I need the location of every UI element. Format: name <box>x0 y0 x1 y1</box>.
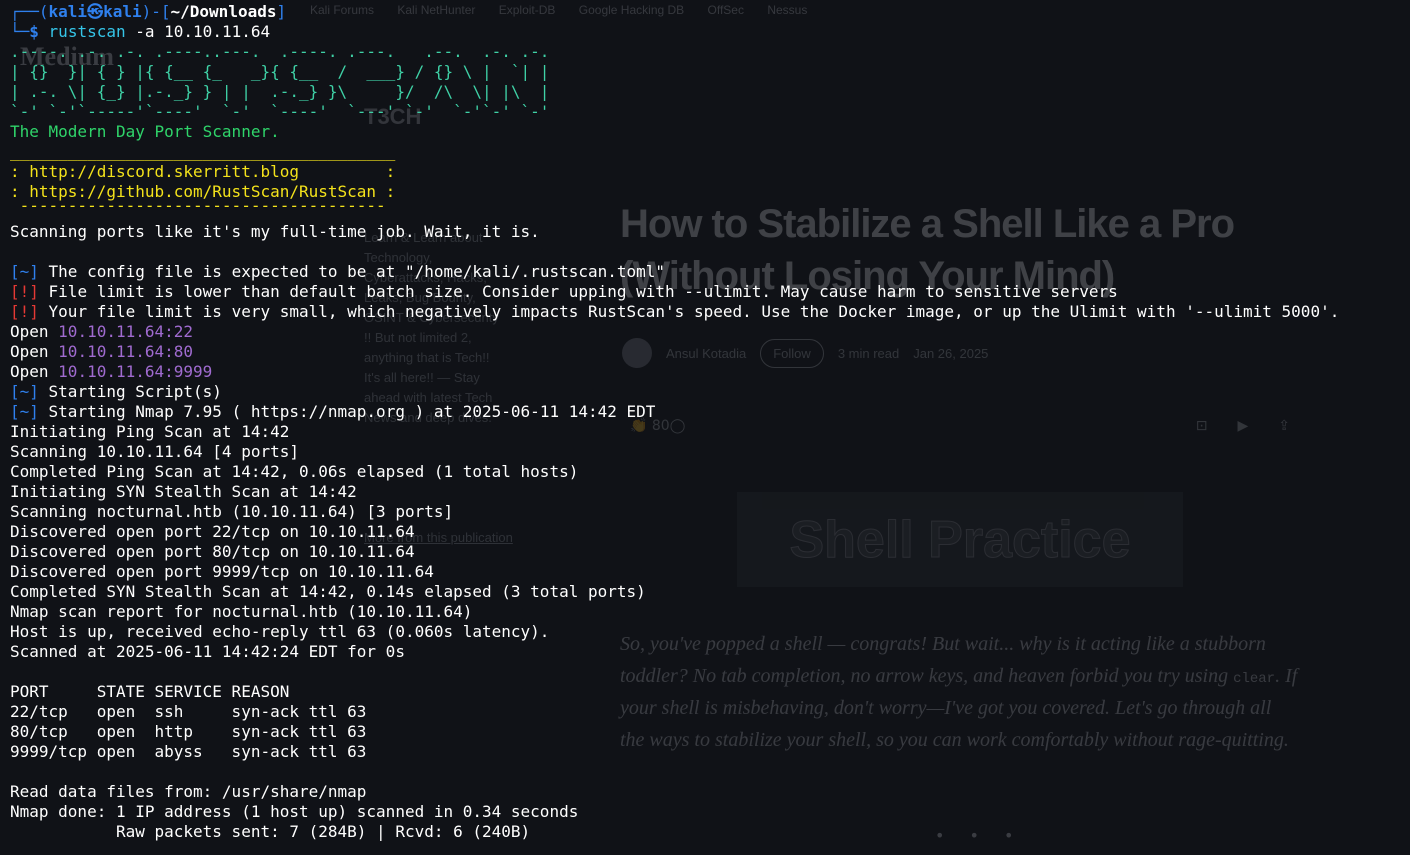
nmap-output-line: Discovered open port 9999/tcp on 10.10.1… <box>10 562 434 581</box>
nmap-output-line: Scanning 10.10.11.64 [4 ports] <box>10 442 299 461</box>
port-table-row: 80/tcp open http syn-ack ttl 63 <box>10 722 367 741</box>
message-text: Your file limit is very small, which neg… <box>38 302 1340 321</box>
message-text: Starting Nmap 7.95 ( https://nmap.org ) … <box>38 402 656 421</box>
warning-tag: [!] <box>10 302 39 321</box>
config-message: [~] The config file is expected to be at… <box>10 262 665 282</box>
prompt-at: ㉿ <box>87 2 104 21</box>
message-text: File limit is lower than default batch s… <box>38 282 1118 301</box>
open-label: Open <box>10 362 59 381</box>
port-table-row: 22/tcp open ssh syn-ack ttl 63 <box>10 702 367 721</box>
prompt-line: ┌──(kali㉿kali)-[~/Downloads] <box>10 2 286 22</box>
nmap-footer-line: Read data files from: /usr/share/nmap <box>10 782 367 801</box>
open-port-address: 10.10.11.64:9999 <box>58 362 213 381</box>
open-port-line: Open 10.10.11.64:80 <box>10 342 193 362</box>
warning-tag: [!] <box>10 282 39 301</box>
message-text: Starting Script(s) <box>38 382 222 401</box>
open-label: Open <box>10 342 59 361</box>
command-name: rustscan <box>48 22 126 41</box>
open-port-line: Open 10.10.11.64:9999 <box>10 362 212 382</box>
prompt-cwd: ~/Downloads <box>170 2 277 21</box>
nmap-output-line: Initiating SYN Stealth Scan at 14:42 <box>10 482 357 501</box>
nmap-output-line: Completed Ping Scan at 14:42, 0.06s elap… <box>10 462 579 481</box>
nmap-output-line: Initiating Ping Scan at 14:42 <box>10 422 290 441</box>
nmap-output-line: Discovered open port 22/tcp on 10.10.11.… <box>10 522 415 541</box>
command-line: └─$ rustscan -a 10.10.11.64 <box>10 22 270 42</box>
ulimit-warning: [!] Your file limit is very small, which… <box>10 302 1339 322</box>
info-tag: [~] <box>10 402 39 421</box>
open-port-address: 10.10.11.64:80 <box>58 342 194 361</box>
ascii-art-line: `-' `-'`-----'`----' `-' `----' `---' `-… <box>10 102 550 121</box>
prompt-frame-bottom: └─ <box>10 22 30 41</box>
nmap-footer-line: Nmap done: 1 IP address (1 host up) scan… <box>10 802 579 821</box>
quip-line: Scanning ports like it's my full-time jo… <box>10 222 540 241</box>
nmap-footer-line: Raw packets sent: 7 (284B) | Rcvd: 6 (24… <box>10 822 531 841</box>
ascii-art-line: | {} }| { } |{ {__ {_ _}{ {__ / ___} / {… <box>10 62 550 81</box>
open-port-line: Open 10.10.11.64:22 <box>10 322 193 342</box>
open-label: Open <box>10 322 59 341</box>
ascii-art-line: .----. .-. .-. .----..---. .----. .---. … <box>10 42 550 61</box>
nmap-start-message: [~] Starting Nmap 7.95 ( https://nmap.or… <box>10 402 655 422</box>
command-args: -a 10.10.11.64 <box>135 22 271 41</box>
prompt-frame-top: ┌──( <box>10 2 49 21</box>
script-message: [~] Starting Script(s) <box>10 382 222 402</box>
ascii-art-line: | .-. \| {_} |.-._} } | | .-._} }\ }/ /\… <box>10 82 550 101</box>
nmap-output-line: Nmap scan report for nocturnal.htb (10.1… <box>10 602 473 621</box>
prompt-frame-mid: )-[ <box>141 2 171 21</box>
nmap-output-line: Scanning nocturnal.htb (10.10.11.64) [3 … <box>10 502 454 521</box>
nmap-output-line: Completed SYN Stealth Scan at 14:42, 0.1… <box>10 582 646 601</box>
info-box-top: ________________________________________ <box>10 142 396 161</box>
info-tag: [~] <box>10 382 39 401</box>
message-text: The config file is expected to be at "/h… <box>38 262 666 281</box>
info-tag: [~] <box>10 262 39 281</box>
port-table-header: PORT STATE SERVICE REASON <box>10 682 290 701</box>
nmap-output-line: Scanned at 2025-06-11 14:42:24 EDT for 0… <box>10 642 405 661</box>
info-box-discord: : http://discord.skerritt.blog : <box>10 162 396 181</box>
terminal-window[interactable]: ┌──(kali㉿kali)-[~/Downloads] └─$ rustsca… <box>0 0 1410 855</box>
prompt-user: kali <box>48 2 88 21</box>
open-port-address: 10.10.11.64:22 <box>58 322 194 341</box>
prompt-frame-close: ] <box>276 2 287 21</box>
info-box-bottom: -------------------------------------- <box>10 196 386 215</box>
prompt-host: kali <box>103 2 142 21</box>
tagline: The Modern Day Port Scanner. <box>10 122 280 141</box>
nmap-output-line: Discovered open port 80/tcp on 10.10.11.… <box>10 542 415 561</box>
filelimit-warning: [!] File limit is lower than default bat… <box>10 282 1118 302</box>
port-table-row: 9999/tcp open abyss syn-ack ttl 63 <box>10 742 367 761</box>
nmap-output-line: Host is up, received echo-reply ttl 63 (… <box>10 622 550 641</box>
prompt-symbol: $ <box>29 22 39 41</box>
